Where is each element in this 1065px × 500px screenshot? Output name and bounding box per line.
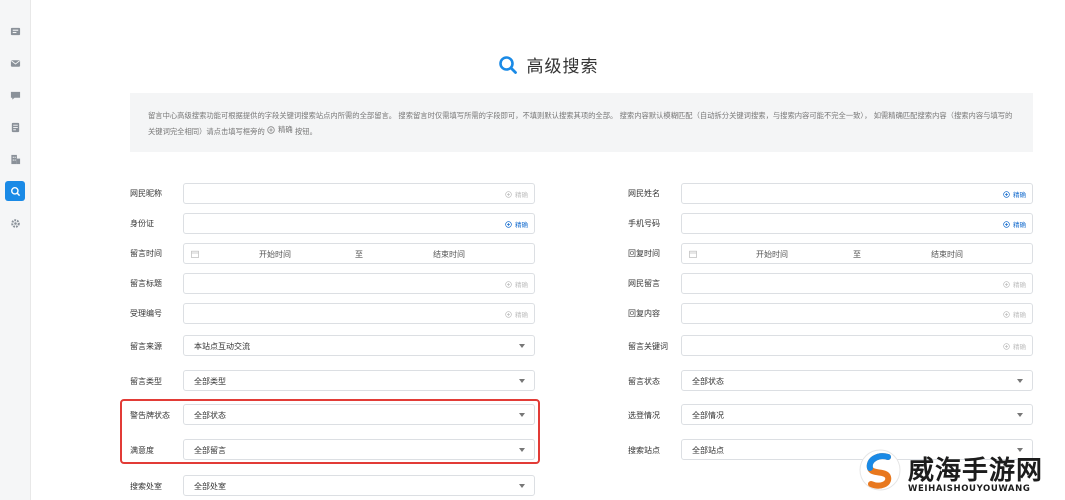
label-id-card: 身份证	[130, 219, 154, 228]
selection-select[interactable]: 全部情况	[681, 404, 1033, 425]
notice-suffix: 按钮。	[295, 127, 317, 136]
precise-icon	[505, 220, 512, 228]
search-notice: 留言中心高级搜索功能可根据提供的字段关键词搜索站点内所需的全部留言。 搜索留言时…	[130, 93, 1033, 152]
selection-value: 全部情况	[692, 411, 724, 420]
message-keyword-input[interactable]: 精确	[681, 335, 1033, 356]
chat-icon[interactable]	[5, 85, 25, 105]
precise-icon	[1003, 190, 1010, 198]
precise-toggle[interactable]: 精确	[505, 219, 528, 229]
watermark: 威海手游网 WEIHAISHOUYOUWANG	[852, 446, 1062, 498]
label-reply-content: 回复内容	[628, 309, 660, 318]
precise-toggle[interactable]: 精确	[505, 189, 528, 199]
precise-label: 精确	[515, 281, 528, 289]
reply-time-range[interactable]: 开始时间 至 结束时间	[681, 243, 1033, 264]
message-time-range[interactable]: 开始时间 至 结束时间	[183, 243, 535, 264]
search-icon	[498, 55, 517, 74]
netizen-message-input[interactable]: 精确	[681, 273, 1033, 294]
precise-toggle[interactable]: 精确	[1003, 341, 1026, 351]
chevron-down-icon	[1017, 379, 1023, 383]
calendar-icon	[191, 250, 199, 258]
precise-icon	[1003, 342, 1010, 350]
label-phone-number: 手机号码	[628, 219, 660, 228]
label-reply-time: 回复时间	[628, 249, 660, 258]
page-title: 高级搜索	[526, 57, 599, 77]
message-source-select[interactable]: 本站点互动交流	[183, 335, 535, 356]
highlight-box	[120, 399, 540, 464]
message-title-input[interactable]: 精确	[183, 273, 535, 294]
message-source-value: 本站点互动交流	[194, 342, 250, 351]
precise-icon	[1003, 280, 1010, 288]
netizen-nickname-input[interactable]: 精确	[183, 183, 535, 204]
message-status-select[interactable]: 全部状态	[681, 370, 1033, 391]
precise-icon	[505, 280, 512, 288]
end-time-input[interactable]: 结束时间	[931, 249, 963, 260]
watermark-cn: 威海手游网	[908, 456, 1044, 486]
building-icon[interactable]	[5, 149, 25, 169]
label-search-office: 搜索处室	[130, 482, 162, 491]
precise-toggle[interactable]: 精确	[505, 309, 528, 319]
label-netizen-message: 网民留言	[628, 279, 660, 288]
label-message-source: 留言来源	[130, 342, 162, 351]
date-to-label: 至	[853, 250, 861, 259]
label-message-title: 留言标题	[130, 279, 162, 288]
reply-content-input[interactable]: 精确	[681, 303, 1033, 324]
page-header: 高级搜索	[0, 52, 1065, 77]
precise-label: 精确	[1013, 191, 1026, 199]
netizen-name-input[interactable]: 精确	[681, 183, 1033, 204]
search-office-value: 全部处室	[194, 482, 226, 491]
chevron-down-icon	[519, 484, 525, 488]
label-selection: 选登情况	[628, 411, 660, 420]
precise-icon	[505, 190, 512, 198]
precise-label: 精确	[1013, 343, 1026, 351]
precise-toggle[interactable]: 精确	[1003, 189, 1026, 199]
precise-toggle[interactable]: 精确	[1003, 279, 1026, 289]
message-type-select[interactable]: 全部类型	[183, 370, 535, 391]
start-time-input[interactable]: 开始时间	[259, 249, 291, 260]
chevron-down-icon	[519, 379, 525, 383]
precise-toggle[interactable]: 精确	[1003, 309, 1026, 319]
phone-number-input[interactable]: 精确	[681, 213, 1033, 234]
id-card-input[interactable]: 精确	[183, 213, 535, 234]
label-message-status: 留言状态	[628, 377, 660, 386]
search-office-select[interactable]: 全部处室	[183, 475, 535, 496]
precise-label: 精确	[1013, 311, 1026, 319]
precise-label: 精确	[1013, 221, 1026, 229]
accept-number-input[interactable]: 精确	[183, 303, 535, 324]
calendar-icon	[689, 250, 697, 258]
precise-toggle[interactable]: 精确	[1003, 219, 1026, 229]
precise-label: 精确	[1013, 281, 1026, 289]
label-netizen-name: 网民姓名	[628, 189, 660, 198]
document-icon[interactable]	[5, 117, 25, 137]
label-search-site: 搜索站点	[628, 446, 660, 455]
search-icon[interactable]	[5, 181, 25, 201]
gear-icon[interactable]	[5, 213, 25, 233]
precise-icon	[505, 310, 512, 318]
message-type-value: 全部类型	[194, 377, 226, 386]
end-time-input[interactable]: 结束时间	[433, 249, 465, 260]
precise-label: 精确	[515, 311, 528, 319]
watermark-en: WEIHAISHOUYOUWANG	[908, 484, 1031, 494]
label-message-keyword: 留言关键词	[628, 342, 668, 351]
precise-toggle[interactable]: 精确	[505, 279, 528, 289]
precise-icon	[267, 126, 275, 134]
start-time-input[interactable]: 开始时间	[756, 249, 788, 260]
news-icon[interactable]	[5, 21, 25, 41]
chevron-down-icon	[1017, 413, 1023, 417]
label-message-time: 留言时间	[130, 249, 162, 258]
label-message-type: 留言类型	[130, 377, 162, 386]
precise-label: 精确	[515, 191, 528, 199]
watermark-logo-icon	[859, 449, 901, 491]
chevron-down-icon	[519, 344, 525, 348]
notice-precise-label: 精确	[278, 125, 293, 134]
label-netizen-nickname: 网民昵称	[130, 189, 162, 198]
notice-precise-hint: 精确	[267, 123, 293, 137]
label-accept-number: 受理编号	[130, 309, 162, 318]
precise-icon	[1003, 310, 1010, 318]
precise-label: 精确	[515, 221, 528, 229]
precise-icon	[1003, 220, 1010, 228]
date-to-label: 至	[355, 250, 363, 259]
search-site-value: 全部站点	[692, 446, 724, 455]
message-status-value: 全部状态	[692, 377, 724, 386]
